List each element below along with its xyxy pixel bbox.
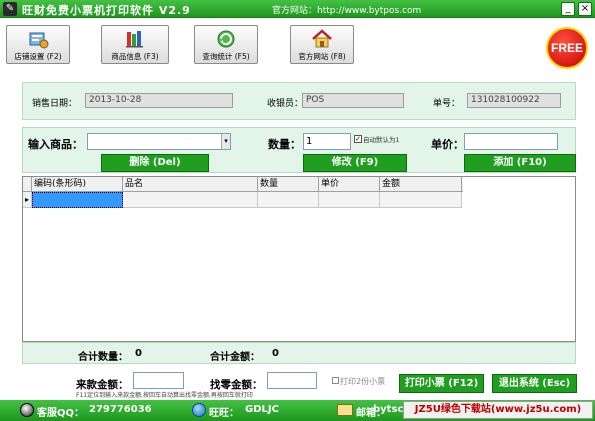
unit-price-input[interactable] (464, 133, 558, 150)
qq-label: 客服QQ： (37, 408, 85, 419)
column-header-name[interactable]: 品名 (123, 177, 258, 192)
cell-name[interactable] (123, 192, 258, 208)
sale-date-field[interactable]: 2013-10-28 (85, 93, 233, 108)
goods-info-icon (126, 31, 143, 48)
order-number-label: 单号： (433, 99, 461, 109)
column-header-code[interactable]: 编码(条形码) (32, 177, 123, 192)
print-two-copies-checkbox[interactable] (332, 377, 339, 384)
table-row[interactable]: ▸ (23, 192, 463, 208)
order-number-field[interactable]: 131028100922 (467, 93, 561, 108)
quantity-input[interactable]: 1 (303, 133, 351, 150)
query-stats-button[interactable]: 查询统计 (F5) (194, 25, 258, 64)
grid-header: 编码(条形码) 品名 数量 单价 金额 (23, 177, 463, 192)
item-entry-panel: 输入商品： ▾ 数量： 1 ✓ 自动默认为1 单价： 删除 (Del) 修改 (… (22, 127, 576, 173)
goods-input-label: 输入商品： (28, 138, 83, 151)
wangwang-label: 旺旺： (209, 408, 239, 419)
column-header-quantity[interactable]: 数量 (258, 177, 319, 192)
received-amount-input[interactable] (133, 372, 184, 389)
cell-code[interactable] (32, 192, 123, 208)
order-info-panel: 销售日期： 2013-10-28 收银员： POS 单号： 1310281009… (22, 82, 576, 120)
qq-value[interactable]: 279776036 (89, 404, 152, 415)
goods-info-label: 商品信息 (F3) (111, 52, 159, 61)
add-button[interactable]: 添加 (F10) (464, 154, 576, 172)
auto-default-label: 自动默认为1 (363, 136, 400, 144)
email-icon (337, 404, 353, 416)
goods-dropdown-arrow-icon[interactable]: ▾ (221, 134, 230, 149)
row-indicator-icon: ▸ (23, 192, 32, 208)
wangwang-value[interactable]: GDLJC (245, 404, 279, 415)
print-receipt-button[interactable]: 打印小票 (F12) (399, 374, 484, 393)
payment-hint: F11定位到输入来款金额,按回车自动算出找零金额,再按回车就打印 (76, 392, 253, 399)
refresh-icon (217, 30, 235, 48)
query-stats-label: 查询统计 (F5) (202, 52, 250, 61)
exit-button[interactable]: 退出系统 (Esc) (492, 374, 577, 393)
modify-button[interactable]: 修改 (F9) (303, 154, 407, 172)
auto-default-checkbox[interactable]: ✓ (354, 135, 362, 143)
print-two-copies-label: 打印2份小票 (340, 377, 386, 386)
qq-icon (20, 403, 34, 417)
app-icon: ✎ (3, 2, 17, 16)
grid-corner (23, 177, 32, 192)
total-quantity-label: 合计数量： (78, 352, 128, 363)
website-label: 官方网站：http://www.bytpos.com (272, 6, 422, 16)
total-amount-value: 0 (272, 348, 279, 359)
official-site-button[interactable]: 官方网站 (F8) (290, 25, 354, 64)
wangwang-icon (192, 403, 206, 417)
change-amount-input[interactable] (267, 372, 317, 389)
minimize-button[interactable]: _ (561, 2, 575, 16)
close-button[interactable]: × (578, 2, 592, 16)
quantity-label: 数量： (268, 138, 301, 151)
total-amount-label: 合计金额： (210, 352, 260, 363)
email-value[interactable]: bytsc (373, 404, 403, 415)
free-badge: FREE (546, 27, 588, 69)
sale-date-label: 销售日期： (32, 99, 78, 109)
download-site-watermark: JZ5U绿色下载站(www.jz5u.com) (403, 401, 593, 419)
column-header-unit-price[interactable]: 单价 (319, 177, 380, 192)
delete-button[interactable]: 删除 (Del) (101, 154, 209, 172)
items-grid[interactable]: 编码(条形码) 品名 数量 单价 金额 ▸ (22, 176, 576, 342)
cell-amount[interactable] (380, 192, 462, 208)
goods-info-button[interactable]: 商品信息 (F3) (101, 25, 169, 64)
unit-price-label: 单价： (431, 138, 464, 151)
window-title: 旺财免费小票机打印软件 V2.9 (22, 4, 191, 17)
home-icon (312, 29, 332, 48)
column-header-amount[interactable]: 金额 (380, 177, 462, 192)
shop-settings-label: 店铺设置 (F2) (14, 52, 62, 61)
payment-panel: 来款金额： 找零金额： 打印2份小票 F11定位到输入来款金额,按回车自动算出找… (22, 368, 577, 399)
toolbar: 店铺设置 (F2) 商品信息 (F3) 查询统计 (F5) 官方网站 (F8) (0, 19, 595, 70)
cashier-label: 收银员： (267, 99, 304, 109)
cell-quantity[interactable] (258, 192, 319, 208)
official-site-label: 官方网站 (F8) (298, 52, 346, 61)
total-quantity-value: 0 (135, 348, 142, 359)
cell-unit-price[interactable] (319, 192, 380, 208)
shop-settings-icon (29, 32, 49, 49)
shop-settings-button[interactable]: 店铺设置 (F2) (6, 25, 70, 64)
totals-bar: 合计数量： 0 合计金额： 0 (22, 342, 576, 364)
goods-input[interactable] (87, 133, 231, 150)
cashier-field[interactable]: POS (302, 93, 404, 108)
